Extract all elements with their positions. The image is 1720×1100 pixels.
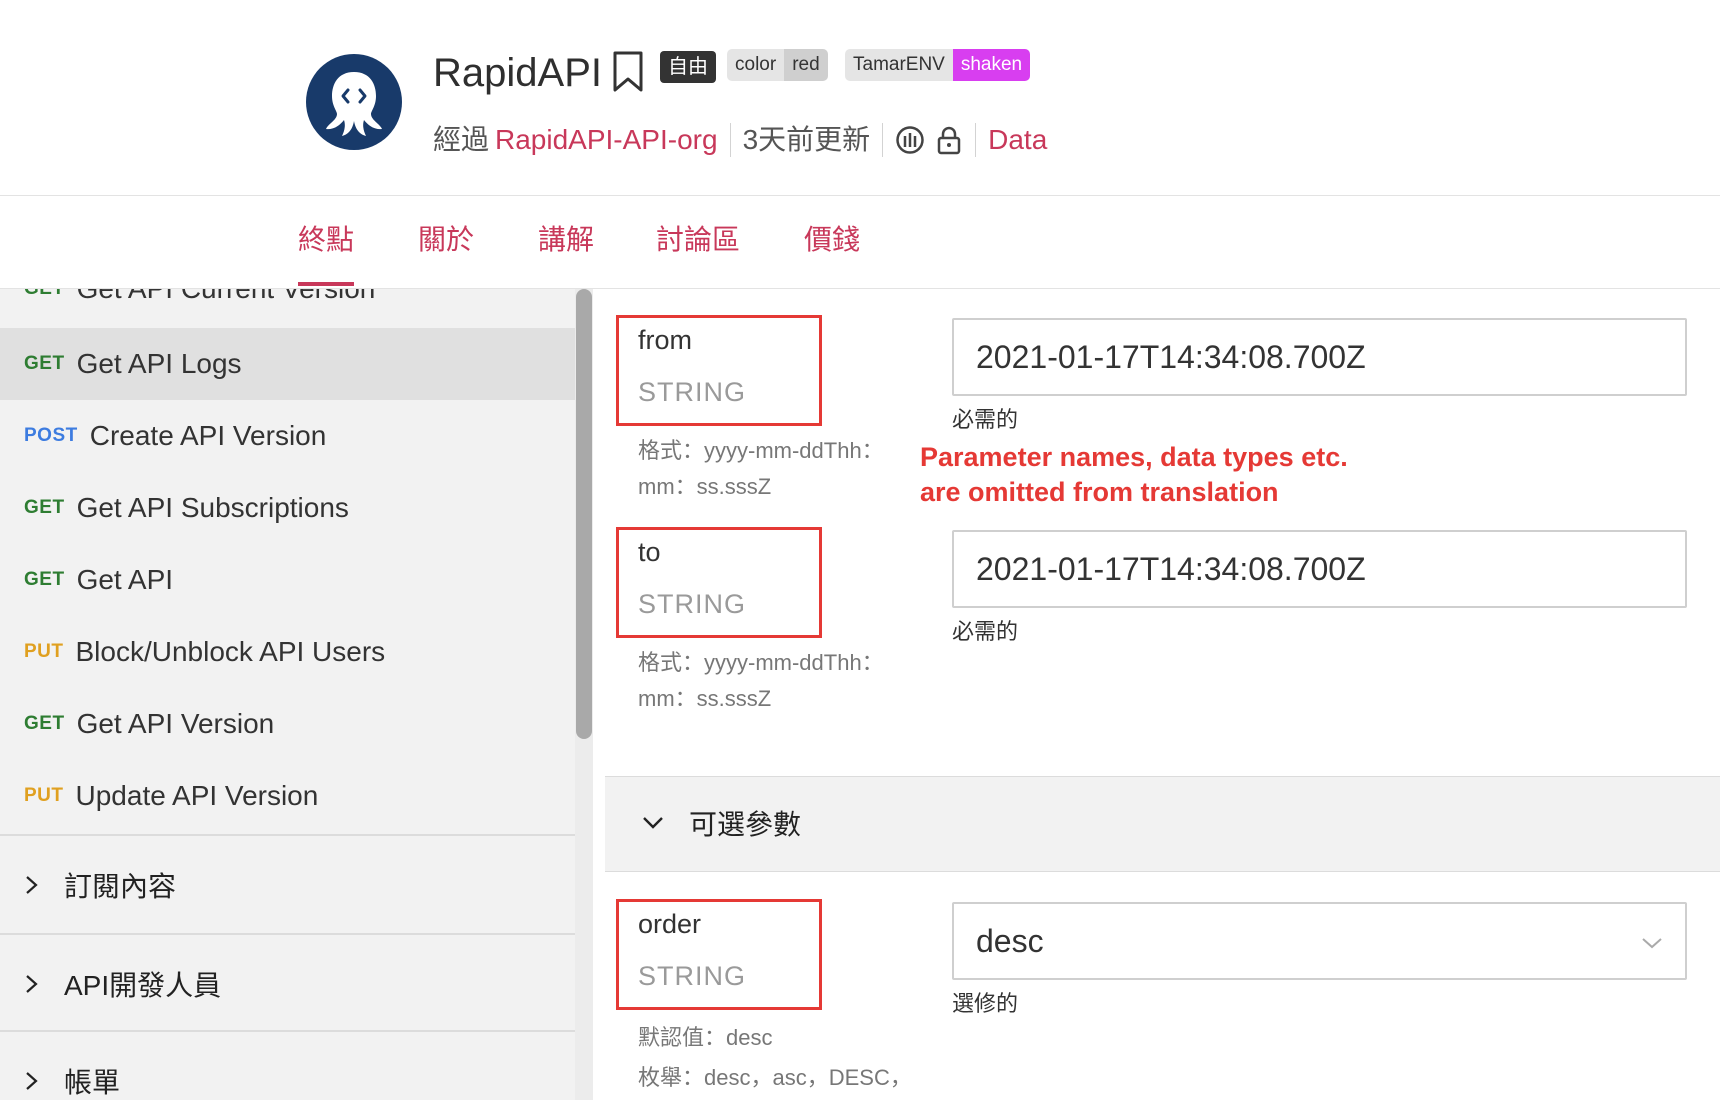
api-logo xyxy=(306,54,402,150)
endpoint-item-active[interactable]: GET Get API Logs xyxy=(0,328,575,400)
category-link[interactable]: Data xyxy=(988,120,1047,160)
method-badge: GET xyxy=(24,353,65,374)
lock-icon xyxy=(935,125,963,155)
sidebar-section-subscriptions[interactable]: 訂閱內容 xyxy=(0,836,575,933)
tab-tutorials[interactable]: 講解 xyxy=(538,220,594,260)
chevron-down-icon xyxy=(1642,938,1662,949)
endpoint-sidebar[interactable]: GET Get API Current Version GET Get API … xyxy=(0,289,575,1100)
endpoint-name: Get API xyxy=(76,564,174,595)
section-label: API開發人員 xyxy=(64,969,222,1001)
params-panel: from STRING 格式：yyyy-mm-ddThh： mm：ss.sssZ… xyxy=(605,289,1720,1100)
endpoint-name: Update API Version xyxy=(75,780,319,811)
method-badge: PUT xyxy=(24,641,64,662)
api-title: RapidAPI xyxy=(433,51,602,95)
org-link[interactable]: RapidAPI-API-org xyxy=(495,120,718,160)
optional-params-label: 可選參數 xyxy=(689,809,802,840)
desc-line: 格式：yyyy-mm-ddThh： xyxy=(638,438,884,463)
api-status-icon xyxy=(895,125,925,155)
section-label: 訂閱內容 xyxy=(64,870,177,902)
desc-line: 格式：yyyy-mm-ddThh： xyxy=(638,650,884,675)
api-header: RapidAPI 自由 color red TamarENV shaken 經過… xyxy=(0,0,1720,196)
tab-endpoints[interactable]: 終點 xyxy=(298,220,354,260)
param-type: STRING xyxy=(638,961,747,991)
tag-value: shaken xyxy=(952,49,1031,81)
tag-color[interactable]: color red xyxy=(727,49,828,81)
tab-pricing[interactable]: 價錢 xyxy=(804,220,860,260)
tab-discussions[interactable]: 討論區 xyxy=(656,220,740,260)
method-badge: POST xyxy=(24,425,78,446)
chevron-right-icon xyxy=(26,875,38,894)
endpoint-name: Block/Unblock API Users xyxy=(75,636,386,667)
method-badge: GET xyxy=(24,497,65,518)
tag-key: color xyxy=(727,49,785,81)
divider xyxy=(882,123,884,157)
by-prefix: 經過 xyxy=(433,124,490,155)
endpoint-item[interactable]: GET Get API Current Version xyxy=(0,289,575,325)
method-badge: PUT xyxy=(24,785,64,806)
tier-badge: 自由 xyxy=(660,51,716,83)
tag-env[interactable]: TamarENV shaken xyxy=(845,49,1031,81)
desc-line: 枚舉：desc，asc，DESC， xyxy=(638,1065,912,1090)
required-label: 必需的 xyxy=(952,407,1019,432)
param-name: to xyxy=(638,537,661,567)
param-format-desc: 格式：yyyy-mm-ddThh： mm：ss.sssZ xyxy=(638,433,884,505)
select-value: desc xyxy=(976,923,1044,959)
sidebar-section-developers[interactable]: API開發人員 xyxy=(0,935,575,1032)
param-type: STRING xyxy=(638,377,747,407)
api-meta-row: 經過 RapidAPI-API-org 3天前更新 Data xyxy=(433,120,1047,160)
sidebar-section-billing[interactable]: 帳單 xyxy=(0,1032,575,1100)
tab-bar: 終點 關於 講解 討論區 價錢 xyxy=(0,196,1720,289)
divider xyxy=(975,123,977,157)
from-input[interactable]: 2021-01-17T14:34:08.700Z xyxy=(952,318,1687,396)
updated-text: 3天前更新 xyxy=(742,124,871,155)
endpoint-item[interactable]: GET Get API Version xyxy=(0,688,575,760)
optional-label: 選修的 xyxy=(952,991,1019,1016)
param-name: from xyxy=(638,325,692,355)
method-badge: GET xyxy=(24,289,65,300)
tab-about[interactable]: 關於 xyxy=(418,220,474,260)
endpoint-item[interactable]: GET Get API Subscriptions xyxy=(0,472,575,544)
endpoint-name: Create API Version xyxy=(89,420,327,451)
endpoint-name: Get API Logs xyxy=(76,348,242,379)
required-label: 必需的 xyxy=(952,619,1019,644)
param-default-desc: 默認值：desc 枚舉：desc，asc，DESC， xyxy=(638,1018,912,1098)
to-input[interactable]: 2021-01-17T14:34:08.700Z xyxy=(952,530,1687,608)
endpoint-item[interactable]: PUT Update API Version xyxy=(0,760,575,832)
method-badge: GET xyxy=(24,569,65,590)
chevron-right-icon xyxy=(26,1071,38,1090)
annotation-line: Parameter names, data types etc. xyxy=(920,442,1348,472)
endpoint-item[interactable]: POST Create API Version xyxy=(0,400,575,472)
chevron-right-icon xyxy=(26,974,38,993)
active-tab-indicator xyxy=(298,282,354,286)
endpoint-item[interactable]: PUT Block/Unblock API Users xyxy=(0,616,575,688)
desc-line: mm：ss.sssZ xyxy=(638,686,772,711)
desc-line: mm：ss.sssZ xyxy=(638,474,772,499)
chevron-down-icon xyxy=(643,817,663,829)
endpoint-name: Get API Current Version xyxy=(77,289,376,305)
bookmark-icon[interactable] xyxy=(611,50,645,94)
order-select[interactable]: desc xyxy=(952,902,1687,980)
param-type: STRING xyxy=(638,589,747,619)
endpoint-item[interactable]: GET Get API xyxy=(0,544,575,616)
endpoint-name: Get API Subscriptions xyxy=(76,492,349,523)
endpoint-name: Get API Version xyxy=(76,708,275,739)
sidebar-scrollbar-thumb[interactable] xyxy=(576,289,592,739)
divider xyxy=(729,123,731,157)
section-label: 帳單 xyxy=(64,1066,121,1098)
tag-key: TamarENV xyxy=(845,49,953,81)
param-format-desc: 格式：yyyy-mm-ddThh： mm：ss.sssZ xyxy=(638,645,884,717)
desc-line: 默認值：desc xyxy=(638,1025,773,1050)
tag-value: red xyxy=(784,49,828,81)
translation-annotation: Parameter names, data types etc. are omi… xyxy=(920,440,1348,510)
annotation-line: are omitted from translation xyxy=(920,477,1279,507)
octopus-icon xyxy=(326,72,382,136)
param-name: order xyxy=(638,909,702,939)
method-badge: GET xyxy=(24,713,65,734)
optional-params-toggle[interactable]: 可選參數 xyxy=(605,776,1720,872)
